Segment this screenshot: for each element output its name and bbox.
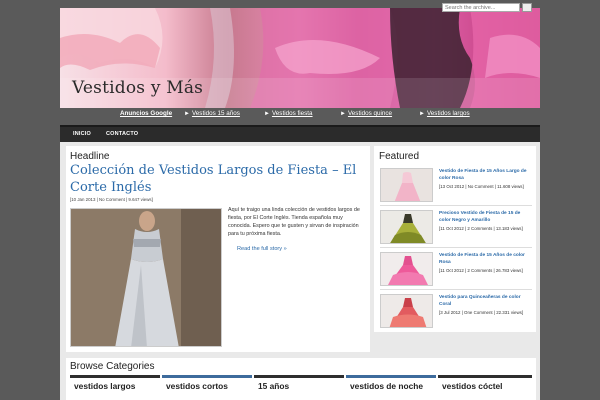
featured-item-title[interactable]: Vestido para Quinceañeras de color Coral xyxy=(439,295,531,308)
nav-item-contacto[interactable]: CONTACTO xyxy=(106,131,138,137)
headline-section-label: Headline xyxy=(70,151,110,162)
category-strip xyxy=(254,375,344,378)
featured-thumb[interactable] xyxy=(380,294,433,328)
featured-thumb[interactable] xyxy=(380,168,433,202)
top-link-vestidos-largos[interactable]: ► Vestidos largos xyxy=(419,110,470,117)
site-title[interactable]: Vestidos y Más xyxy=(72,78,203,98)
search-button[interactable] xyxy=(522,3,532,12)
headline-dress-photo[interactable] xyxy=(70,208,222,347)
featured-item-meta: [3 Jul 2012 | One Comment | 22.331 views… xyxy=(439,310,524,315)
category-strip xyxy=(70,375,160,378)
featured-item-meta: [11 Oct 2012 | 2 Comments | 26.783 views… xyxy=(439,268,523,273)
top-link-vestidos-15-anos[interactable]: ► Vestidos 15 años xyxy=(184,110,240,117)
featured-section-label: Featured xyxy=(379,151,420,162)
top-link-vestidos-fiesta[interactable]: ► Vestidos fiesta xyxy=(264,110,313,117)
headline-post-meta: [10 Jan 2013 | No Comment | 9.647 views] xyxy=(70,197,153,202)
ads-label[interactable]: Anuncios Google xyxy=(120,110,172,117)
featured-item[interactable]: Vestido de Fiesta de 15 Años Largo de co… xyxy=(380,168,532,204)
arrow-right-icon: ► xyxy=(184,111,190,117)
featured-item-title[interactable]: Precioso Vestido de Fiesta de 15 de colo… xyxy=(439,211,531,224)
category-15-anos[interactable]: 15 años xyxy=(258,381,289,391)
headline-excerpt: Aquí te traigo una linda colección de ve… xyxy=(228,207,360,237)
main-nav: INICIO CONTACTO xyxy=(60,125,540,142)
divider xyxy=(380,289,532,290)
arrow-right-icon: ► xyxy=(419,111,425,117)
divider xyxy=(380,247,532,248)
category-vestidos-largos[interactable]: vestidos largos xyxy=(74,381,135,391)
category-strip xyxy=(346,375,436,378)
arrow-right-icon: ► xyxy=(340,111,346,117)
category-vestidos-de-noche[interactable]: vestidos de noche xyxy=(350,381,423,391)
arrow-right-icon: ► xyxy=(264,111,270,117)
category-strip xyxy=(162,375,252,378)
category-vestidos-cortos[interactable]: vestidos cortos xyxy=(166,381,228,391)
divider xyxy=(380,205,532,206)
browse-categories-label: Browse Categories xyxy=(70,361,155,372)
headline-post-title[interactable]: Colección de Vestidos Largos de Fiesta –… xyxy=(70,162,370,196)
category-strip xyxy=(438,375,532,378)
featured-item-title[interactable]: Vestido de Fiesta de 15 Años Largo de co… xyxy=(439,169,531,182)
featured-item-meta: [11 Oct 2012 | 2 Comments | 13.183 views… xyxy=(439,226,523,231)
featured-item[interactable]: Vestido para Quinceañeras de color Coral… xyxy=(380,294,532,330)
featured-thumb[interactable] xyxy=(380,252,433,286)
search-input[interactable] xyxy=(442,3,520,12)
nav-item-inicio[interactable]: INICIO xyxy=(73,131,91,137)
dress-illustration xyxy=(71,209,221,346)
featured-item[interactable]: Precioso Vestido de Fiesta de 15 de colo… xyxy=(380,210,532,246)
featured-item-meta: [13 Oct 2012 | No Comment | 11.608 views… xyxy=(439,184,524,189)
read-full-story-link[interactable]: Read the full story » xyxy=(237,246,287,252)
featured-item-title[interactable]: Vestido de Fiesta de 15 Años de color Ro… xyxy=(439,253,531,266)
featured-thumb[interactable] xyxy=(380,210,433,244)
top-links-bar: Anuncios Google ► Vestidos 15 años ► Vesti… xyxy=(60,108,540,122)
featured-item[interactable]: Vestido de Fiesta de 15 Años de color Ro… xyxy=(380,252,532,288)
top-link-vestidos-quince[interactable]: ► Vestidos quince xyxy=(340,110,392,117)
header-banner: Vestidos y Más xyxy=(60,8,540,108)
category-vestidos-coctel[interactable]: vestidos cóctel xyxy=(442,381,503,391)
